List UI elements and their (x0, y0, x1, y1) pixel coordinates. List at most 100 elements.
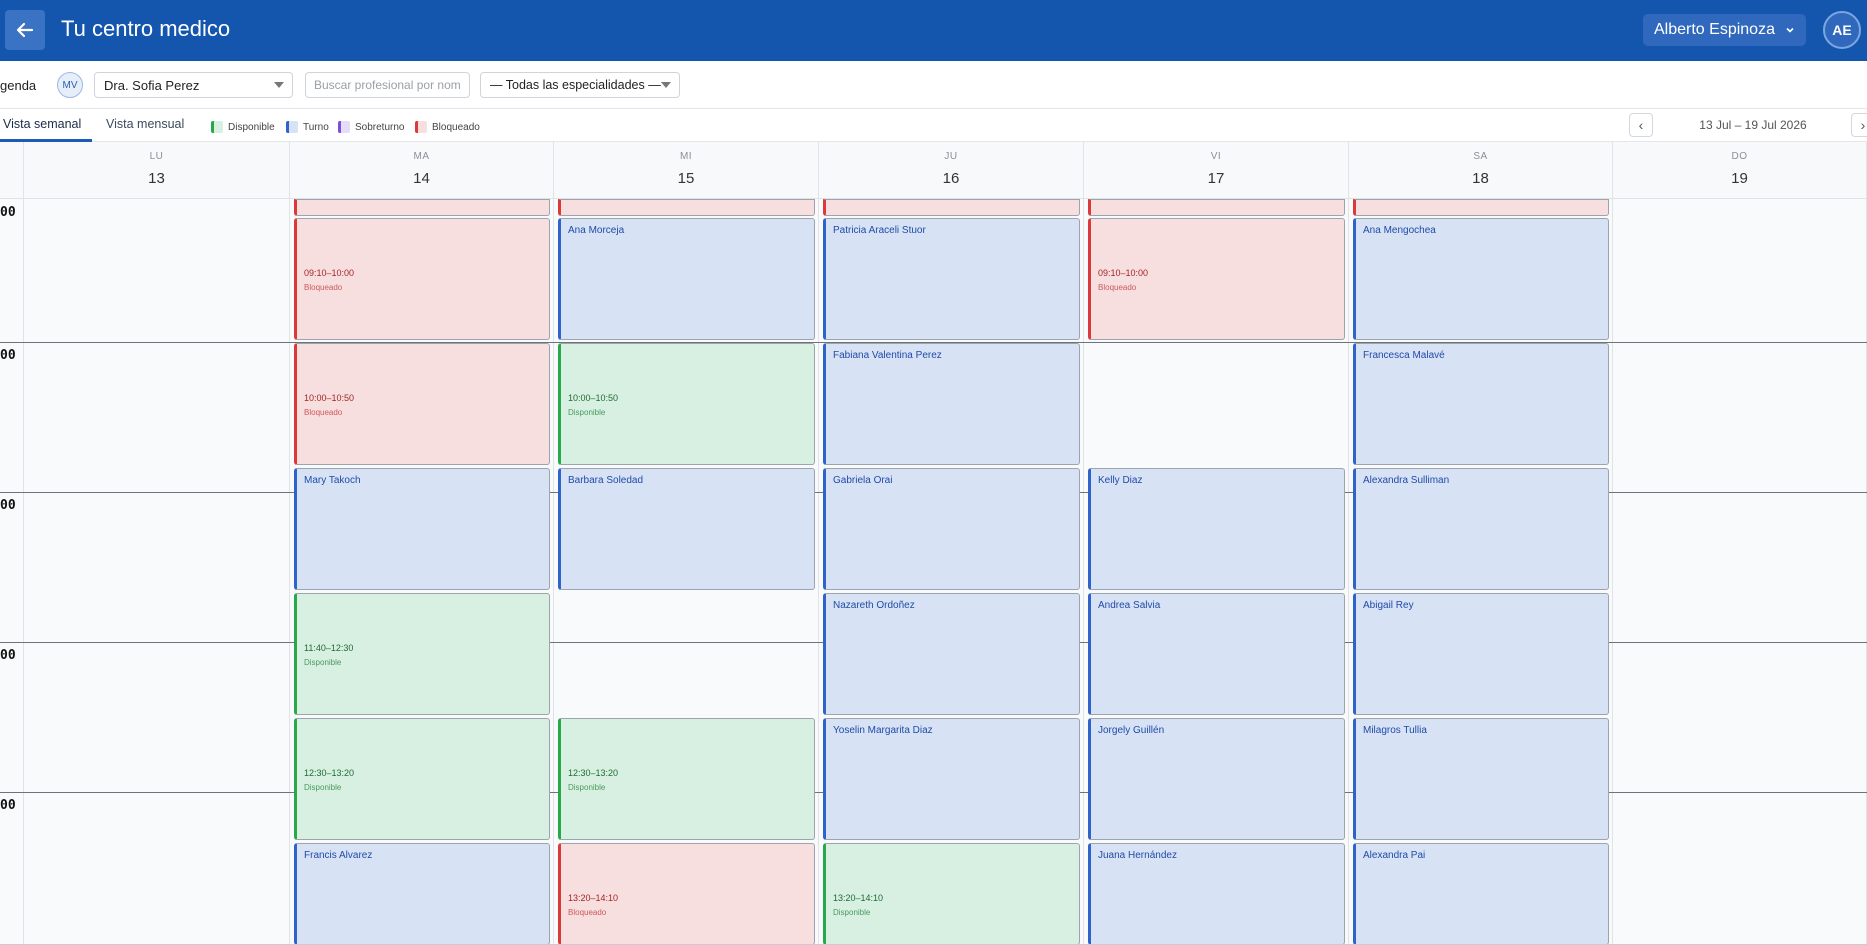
legend-label: Sobreturno (355, 121, 405, 133)
blocked-slot[interactable]: 13:20–14:10 Bloqueado (558, 843, 815, 945)
hour-label: 00 (0, 348, 16, 363)
professional-select-value: Dra. Sofia Perez (104, 78, 200, 93)
user-menu-button[interactable]: Alberto Espinoza (1643, 14, 1806, 46)
specialty-select-value: — Todas las especialidades — (490, 78, 661, 92)
available-slot[interactable]: 11:40–12:30 Disponible (294, 593, 550, 715)
tab-week-view[interactable]: Vista semanal (3, 117, 81, 131)
hour-label: 00 (0, 205, 16, 220)
day-number: 14 (413, 170, 430, 187)
legend-label: Bloqueado (432, 121, 480, 133)
professional-select[interactable]: Dra. Sofia Perez (94, 72, 293, 98)
legend-swatch (415, 121, 427, 133)
appointment-card[interactable]: Milagros Tullia (1353, 718, 1609, 840)
appointment-card[interactable]: Jorgely Guillén (1088, 718, 1345, 840)
professional-search-input[interactable] (305, 72, 470, 98)
agenda-toolbar: genda MV Dra. Sofia Perez — Todas las es… (0, 61, 1867, 109)
appointment-card[interactable]: Andrea Salvia (1088, 593, 1345, 715)
day-header: DO 19 (1613, 142, 1867, 199)
appointment-block-partial[interactable] (823, 199, 1080, 216)
appointment-card[interactable]: Patricia Araceli Stuor (823, 218, 1080, 340)
appointment-card[interactable]: Alexandra Sulliman (1353, 468, 1609, 590)
app-header: Tu centro medico Alberto Espinoza AE (0, 0, 1867, 61)
slot-status: Disponible (833, 908, 871, 917)
day-header: JU 16 (819, 142, 1084, 199)
patient-name: Alexandra Pai (1363, 850, 1426, 861)
appointment-card[interactable]: Mary Takoch (294, 468, 550, 590)
patient-name: Ana Mengochea (1363, 225, 1436, 236)
tab-month-view[interactable]: Vista mensual (106, 117, 184, 131)
legend-swatch (211, 121, 223, 133)
slot-status: Bloqueado (1098, 283, 1137, 292)
time-gutter-header (0, 142, 24, 199)
slot-time: 12:30–13:20 (568, 768, 619, 778)
agenda-label: genda (0, 78, 37, 93)
slot-status: Bloqueado (568, 908, 607, 917)
avatar[interactable]: AE (1823, 11, 1861, 49)
slot-time: 12:30–13:20 (304, 768, 355, 778)
legend-swatch (286, 121, 298, 133)
previous-week-button[interactable]: ‹ (1629, 113, 1653, 137)
appointment-card[interactable]: Ana Mengochea (1353, 218, 1609, 340)
blocked-slot[interactable]: 09:10–10:00 Bloqueado (1088, 218, 1345, 340)
patient-name: Abigail Rey (1363, 600, 1414, 611)
day-header: VI 17 (1084, 142, 1349, 199)
patient-name: Fabiana Valentina Perez (833, 350, 942, 361)
hour-label: 00 (0, 798, 16, 813)
patient-name: Milagros Tullia (1363, 725, 1427, 736)
patient-name: Andrea Salvia (1098, 600, 1161, 611)
arrow-left-icon (16, 22, 34, 38)
appointment-block-partial[interactable] (558, 199, 815, 216)
appointment-card[interactable]: Gabriela Orai (823, 468, 1080, 590)
patient-name: Nazareth Ordoñez (833, 600, 915, 611)
specialty-select[interactable]: — Todas las especialidades — (480, 72, 680, 98)
blocked-slot[interactable]: 09:10–10:00 Bloqueado (294, 218, 550, 340)
patient-name: Barbara Soledad (568, 475, 644, 486)
slot-status: Bloqueado (304, 283, 343, 292)
available-slot[interactable]: 13:20–14:10 Disponible (823, 843, 1080, 945)
day-column[interactable] (24, 199, 290, 945)
day-name: MI (679, 151, 693, 162)
appointment-block-partial[interactable] (1353, 199, 1609, 216)
patient-name: Alexandra Sulliman (1363, 475, 1450, 486)
appointment-card[interactable]: Nazareth Ordoñez (823, 593, 1080, 715)
back-button[interactable] (5, 10, 45, 50)
slot-status: Disponible (568, 783, 606, 792)
slot-time: 10:00–10:50 (304, 393, 355, 403)
patient-name: Kelly Diaz (1098, 475, 1143, 486)
appointment-card[interactable]: Ana Morceja (558, 218, 815, 340)
available-slot[interactable]: 10:00–10:50 Disponible (558, 343, 815, 465)
appointment-card[interactable]: Francesca Malavé (1353, 343, 1609, 465)
day-column[interactable] (1613, 199, 1867, 945)
blocked-slot[interactable]: 10:00–10:50 Bloqueado (294, 343, 550, 465)
available-slot[interactable]: 12:30–13:20 Disponible (558, 718, 815, 840)
day-name: MA (413, 151, 430, 162)
appointment-card[interactable]: Kelly Diaz (1088, 468, 1345, 590)
appointment-card[interactable]: Fabiana Valentina Perez (823, 343, 1080, 465)
appointment-card[interactable]: Juana Hernández (1088, 843, 1345, 945)
available-slot[interactable]: 12:30–13:20 Disponible (294, 718, 550, 840)
legend-swatch (338, 121, 350, 133)
day-name: JU (944, 151, 958, 162)
appointment-card[interactable]: Abigail Rey (1353, 593, 1609, 715)
appointment-card[interactable]: Barbara Soledad (558, 468, 815, 590)
slot-time: 09:10–10:00 (304, 268, 355, 278)
caret-down-icon (661, 82, 671, 88)
slot-status: Bloqueado (304, 408, 343, 417)
patient-name: Ana Morceja (568, 225, 625, 236)
legend-item-sobreturno: Sobreturno (338, 121, 404, 133)
patient-name: Gabriela Orai (833, 475, 893, 486)
slot-time: 10:00–10:50 (568, 393, 619, 403)
day-number: 15 (677, 170, 695, 187)
appointment-card[interactable]: Francis Alvarez (294, 843, 550, 945)
patient-name: Juana Hernández (1098, 850, 1177, 861)
appointment-card[interactable]: Alexandra Pai (1353, 843, 1609, 945)
patient-name: Mary Takoch (304, 475, 361, 486)
appointment-block-partial[interactable] (294, 199, 550, 216)
appointment-block-partial[interactable] (1088, 199, 1345, 216)
next-week-button[interactable]: › (1851, 113, 1867, 137)
appointment-card[interactable]: Yoselin Margarita Diaz (823, 718, 1080, 840)
legend-label: Disponible (228, 121, 275, 133)
patient-name: Jorgely Guillén (1098, 725, 1165, 736)
date-range-label: 13 Jul – 19 Jul 2026 (1699, 118, 1807, 132)
day-number: 17 (1207, 170, 1225, 187)
